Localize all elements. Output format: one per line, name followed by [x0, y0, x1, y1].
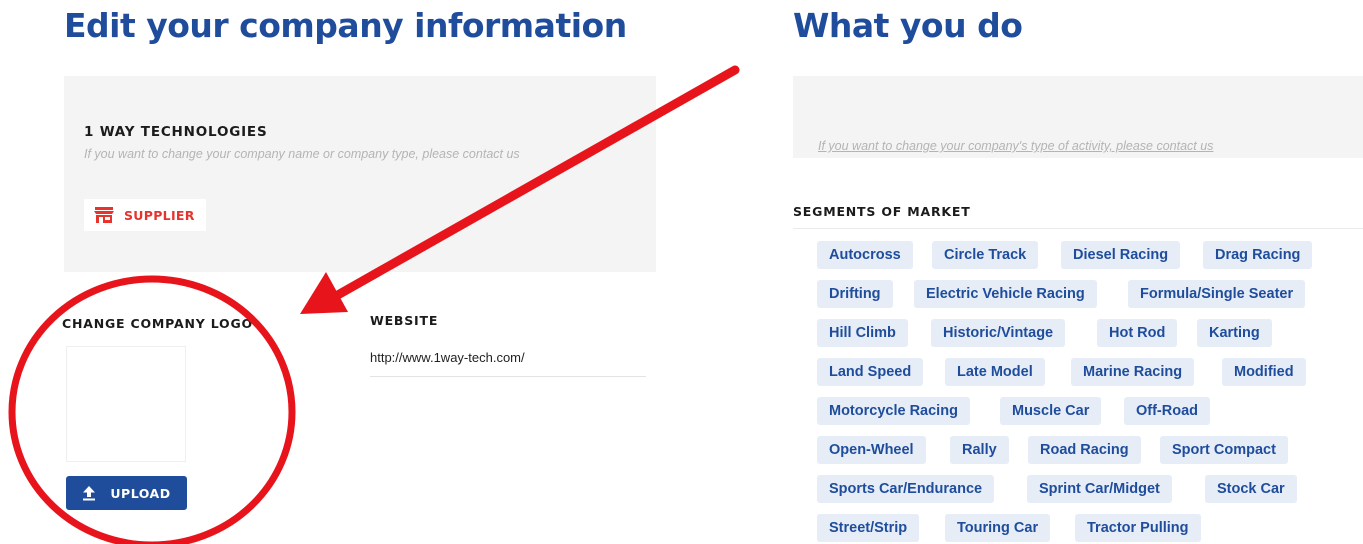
company-type-badge: SUPPLIER	[84, 199, 206, 231]
segment-tag[interactable]: Motorcycle Racing	[817, 397, 970, 425]
segment-tag[interactable]: Drag Racing	[1203, 241, 1313, 269]
segments-divider	[793, 228, 1363, 229]
website-field-underline	[370, 376, 646, 377]
company-type-label: SUPPLIER	[124, 207, 195, 223]
upload-icon	[82, 485, 96, 501]
activity-change-note[interactable]: If you want to change your company's typ…	[818, 139, 1213, 153]
segment-tag[interactable]: Late Model	[945, 358, 1045, 386]
segment-tag[interactable]: Diesel Racing	[1061, 241, 1181, 269]
logo-preview[interactable]	[66, 346, 186, 462]
segment-tag[interactable]: Historic/Vintage	[931, 319, 1066, 347]
segment-tag[interactable]: Karting	[1197, 319, 1272, 347]
segment-tag[interactable]: Modified	[1222, 358, 1306, 386]
segment-tag[interactable]: Road Racing	[1028, 436, 1141, 464]
upload-label: UPLOAD	[110, 485, 171, 501]
segment-tag[interactable]: Land Speed	[817, 358, 924, 386]
website-label: WEBSITE	[370, 313, 439, 328]
segment-tag[interactable]: Circle Track	[932, 241, 1039, 269]
segment-tag[interactable]: Street/Strip	[817, 514, 920, 542]
segment-tag[interactable]: Marine Racing	[1071, 358, 1195, 386]
upload-button[interactable]: UPLOAD	[66, 476, 187, 510]
company-name: 1 WAY TECHNOLOGIES	[84, 124, 268, 140]
segment-tag[interactable]: Autocross	[817, 241, 913, 269]
segment-tag[interactable]: Sport Compact	[1160, 436, 1288, 464]
segments-label: SEGMENTS OF MARKET	[793, 204, 971, 219]
company-info-heading: Edit your company information	[64, 6, 627, 45]
segment-tag[interactable]: Hot Rod	[1097, 319, 1178, 347]
segment-tag[interactable]: Hill Climb	[817, 319, 908, 347]
segment-tag[interactable]: Electric Vehicle Racing	[914, 280, 1097, 308]
company-card	[64, 76, 656, 272]
segment-tag[interactable]: Open-Wheel	[817, 436, 926, 464]
segment-tag[interactable]: Formula/Single Seater	[1128, 280, 1306, 308]
company-change-note: If you want to change your company name …	[84, 147, 520, 161]
segment-tag[interactable]: Drifting	[817, 280, 893, 308]
website-field[interactable]: http://www.1way-tech.com/	[370, 350, 525, 365]
store-icon	[94, 206, 114, 224]
segment-tag[interactable]: Tractor Pulling	[1075, 514, 1201, 542]
segment-tag[interactable]: Rally	[950, 436, 1009, 464]
change-logo-label: CHANGE COMPANY LOGO	[62, 316, 253, 331]
segment-tag[interactable]: Off-Road	[1124, 397, 1211, 425]
segment-tag[interactable]: Sports Car/Endurance	[817, 475, 995, 503]
segment-tag[interactable]: Sprint Car/Midget	[1027, 475, 1172, 503]
segment-tag[interactable]: Muscle Car	[1000, 397, 1102, 425]
segment-tag[interactable]: Stock Car	[1205, 475, 1297, 503]
segment-tag[interactable]: Touring Car	[945, 514, 1051, 542]
what-you-do-heading: What you do	[793, 6, 1023, 45]
